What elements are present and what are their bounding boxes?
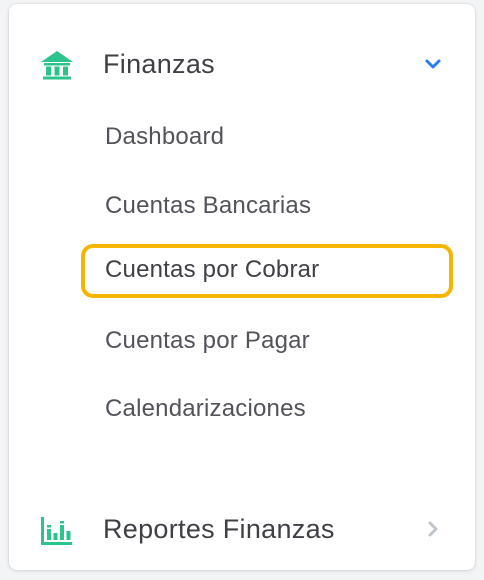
submenu-item-cuentas-por-cobrar[interactable]: Cuentas por Cobrar bbox=[81, 244, 453, 298]
submenu-item-label: Cuentas Bancarias bbox=[105, 192, 312, 219]
submenu-item-cuentas-bancarias[interactable]: Cuentas Bancarias bbox=[81, 180, 453, 234]
submenu-item-calendarizaciones[interactable]: Calendarizaciones bbox=[81, 383, 453, 437]
reports-section-label: Reportes Finanzas bbox=[103, 514, 335, 544]
submenu-item-label: Cuentas por Cobrar bbox=[105, 256, 320, 283]
chevron-down-icon[interactable] bbox=[423, 54, 443, 74]
submenu-item-label: Cuentas por Pagar bbox=[105, 327, 310, 354]
sidebar-menu-card: Finanzas Dashboard Cuentas Bancarias Cue… bbox=[9, 4, 475, 570]
finance-section-label: Finanzas bbox=[103, 49, 215, 79]
bank-icon bbox=[41, 51, 73, 80]
submenu-item-label: Calendarizaciones bbox=[105, 395, 306, 422]
submenu-item-dashboard[interactable]: Dashboard bbox=[81, 111, 453, 165]
finance-section-header[interactable]: Finanzas bbox=[9, 36, 475, 92]
submenu-item-label: Dashboard bbox=[105, 123, 225, 150]
submenu-item-cuentas-por-pagar[interactable]: Cuentas por Pagar bbox=[81, 315, 453, 369]
reports-section-header[interactable]: Reportes Finanzas bbox=[9, 499, 475, 555]
chevron-right-icon[interactable] bbox=[423, 519, 443, 539]
bar-chart-icon bbox=[41, 517, 72, 545]
